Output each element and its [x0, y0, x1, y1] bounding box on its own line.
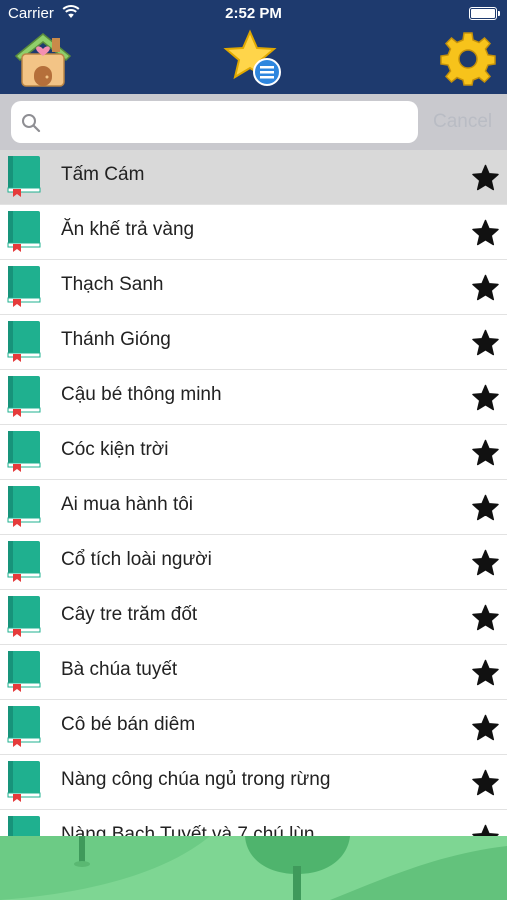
story-title: Ăn khế trả vàng: [61, 219, 195, 240]
star-icon[interactable]: [472, 384, 499, 411]
story-title: Thánh Gióng: [61, 329, 171, 350]
star-icon[interactable]: [472, 769, 499, 796]
story-title: Cổ tích loài người: [61, 549, 212, 570]
book-icon: [7, 705, 41, 747]
star-list-icon[interactable]: [222, 28, 284, 90]
list-item[interactable]: Cậu bé thông minh: [0, 370, 507, 425]
story-title: Cậu bé thông minh: [61, 384, 222, 405]
star-icon[interactable]: [472, 329, 499, 356]
footer-landscape: [0, 836, 507, 900]
book-icon: [7, 375, 41, 417]
clock: 2:52 PM: [225, 5, 282, 22]
book-icon: [7, 760, 41, 802]
story-title: Thạch Sanh: [61, 274, 164, 295]
cancel-button[interactable]: Cancel: [433, 111, 492, 133]
star-icon[interactable]: [472, 164, 499, 191]
gear-icon[interactable]: [440, 30, 496, 86]
book-icon: [7, 650, 41, 692]
status-bar: Carrier 2:52 PM: [0, 0, 507, 28]
book-icon: [7, 595, 41, 637]
story-title: Cô bé bán diêm: [61, 714, 196, 735]
book-icon: [7, 485, 41, 527]
book-icon: [7, 265, 41, 307]
list-item[interactable]: Ai mua hành tôi: [0, 480, 507, 535]
star-icon[interactable]: [472, 494, 499, 521]
list-item[interactable]: Cô bé bán diêm: [0, 700, 507, 755]
search-bar: Cancel: [0, 94, 507, 150]
list-item[interactable]: Nàng công chúa ngủ trong rừng: [0, 755, 507, 810]
story-title: Ai mua hành tôi: [61, 494, 194, 515]
star-icon[interactable]: [472, 549, 499, 576]
book-icon: [7, 320, 41, 362]
book-icon: [7, 155, 41, 197]
house-icon[interactable]: [10, 30, 76, 90]
book-icon: [7, 430, 41, 472]
list-item[interactable]: Cổ tích loài người: [0, 535, 507, 590]
story-title: Tấm Cám: [61, 164, 145, 185]
star-icon[interactable]: [472, 274, 499, 301]
book-icon: [7, 210, 41, 252]
search-icon: [21, 113, 41, 133]
list-item[interactable]: Bà chúa tuyết: [0, 645, 507, 700]
star-icon[interactable]: [472, 659, 499, 686]
search-box[interactable]: [11, 101, 418, 143]
story-title: Nàng công chúa ngủ trong rừng: [61, 769, 331, 790]
list-item[interactable]: Thạch Sanh: [0, 260, 507, 315]
list-item[interactable]: Cây tre trăm đốt: [0, 590, 507, 645]
story-title: Cóc kiện trời: [61, 439, 169, 460]
star-icon[interactable]: [472, 604, 499, 631]
story-list: Tấm Cám Ăn khế trả vàng Thạch Sanh Thánh…: [0, 150, 507, 840]
list-item[interactable]: Cóc kiện trời: [0, 425, 507, 480]
star-icon[interactable]: [472, 714, 499, 741]
star-icon[interactable]: [472, 439, 499, 466]
star-icon[interactable]: [472, 219, 499, 246]
navigation-bar: [0, 28, 507, 94]
story-title: Bà chúa tuyết: [61, 659, 178, 680]
battery-icon: [469, 7, 500, 20]
list-item[interactable]: Ăn khế trả vàng: [0, 205, 507, 260]
list-item[interactable]: Tấm Cám: [0, 150, 507, 205]
book-icon: [7, 540, 41, 582]
search-input[interactable]: [49, 107, 409, 137]
story-title: Cây tre trăm đốt: [61, 604, 198, 625]
list-item[interactable]: Thánh Gióng: [0, 315, 507, 370]
